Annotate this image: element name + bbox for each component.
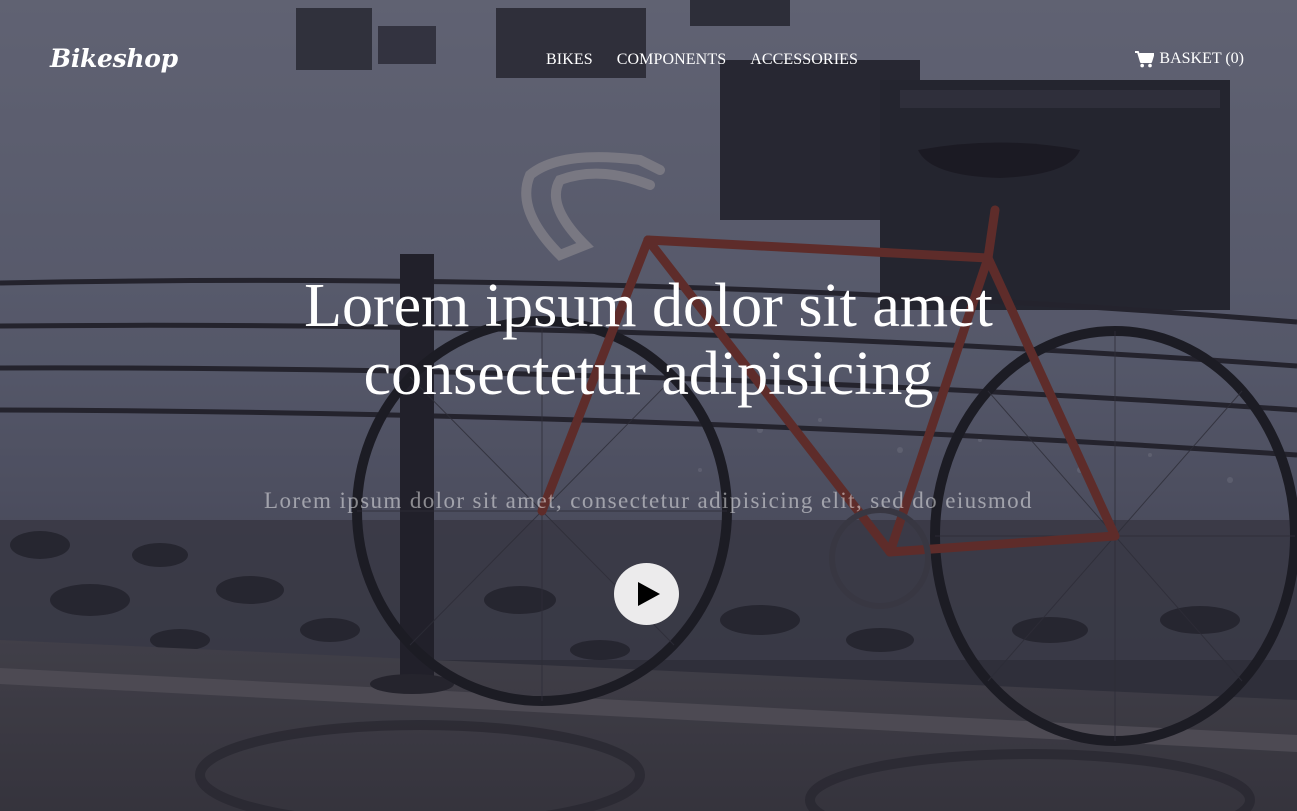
nav-link-components[interactable]: COMPONENTS xyxy=(617,51,726,69)
main-nav: BIKES COMPONENTS ACCESSORIES xyxy=(546,51,858,69)
play-video-button[interactable] xyxy=(614,563,679,625)
play-icon xyxy=(637,582,660,606)
brand-logo[interactable]: Bikeshop xyxy=(50,44,178,73)
nav-link-bikes[interactable]: BIKES xyxy=(546,51,593,69)
basket-label: BASKET (0) xyxy=(1159,50,1244,67)
navbar: Bikeshop BIKES COMPONENTS ACCESSORIES BA… xyxy=(0,0,1297,120)
hero-headline: Lorem ipsum dolor sit amet consectetur a… xyxy=(0,272,1297,408)
hero-subtitle: Lorem ipsum dolor sit amet, consectetur … xyxy=(264,488,1033,513)
hero-headline-line-2: consectetur adipisicing xyxy=(363,340,934,408)
basket-link[interactable]: BASKET (0) xyxy=(1135,50,1244,68)
hero-section: Bikeshop BIKES COMPONENTS ACCESSORIES BA… xyxy=(0,0,1297,811)
nav-link-accessories[interactable]: ACCESSORIES xyxy=(750,51,858,69)
shopping-cart-icon xyxy=(1135,50,1155,67)
hero-headline-line-1: Lorem ipsum dolor sit amet xyxy=(304,272,993,340)
